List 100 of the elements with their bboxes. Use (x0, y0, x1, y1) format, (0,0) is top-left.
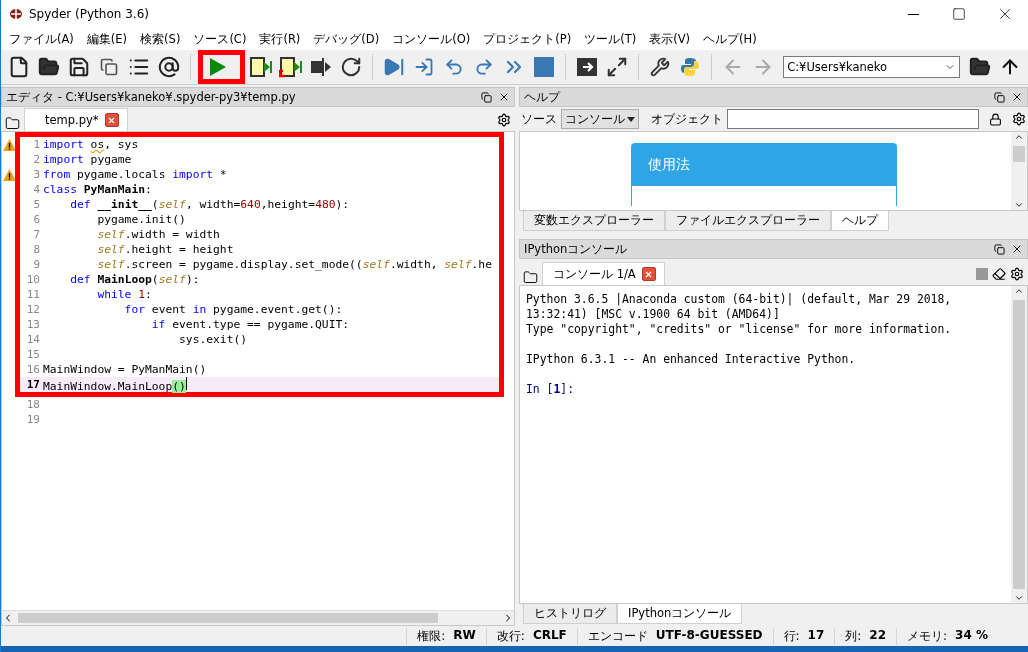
menu-item[interactable]: 編集(E) (80, 31, 135, 47)
code-text: if event.type == pygame.QUIT: (150, 318, 350, 331)
scroll-down-icon[interactable] (1014, 200, 1024, 210)
path-combobox[interactable]: C:¥Users¥kaneko (783, 56, 960, 78)
horizontal-scrollbar[interactable] (2, 610, 514, 625)
lock-icon[interactable] (989, 112, 1002, 126)
menu-item[interactable]: 検索(S) (134, 31, 188, 47)
window-title: Spyder (Python 3.6) (29, 7, 150, 21)
line-number: 13 (25, 318, 41, 331)
save-icon[interactable] (68, 56, 90, 78)
browse-folder-icon[interactable] (969, 56, 991, 78)
object-field[interactable] (727, 109, 979, 129)
status-value: 22 (869, 627, 887, 644)
pane-tab[interactable]: ヒストリログ (523, 604, 617, 624)
line-number: 14 (25, 333, 41, 346)
source-dropdown[interactable]: コンソール (561, 109, 639, 129)
undock-icon[interactable] (481, 91, 492, 103)
menu-item[interactable]: ファイル(A) (3, 31, 81, 47)
pane-tab[interactable]: IPythonコンソール (617, 604, 743, 624)
menu-item[interactable]: 実行(R) (253, 31, 308, 47)
line-number: 9 (32, 258, 41, 271)
code-text: import pygame (43, 153, 132, 166)
scroll-down-icon[interactable] (1014, 593, 1024, 603)
maximize-pane-icon[interactable] (576, 57, 599, 77)
line-number: 18 (25, 398, 41, 411)
line-number: 12 (25, 303, 41, 316)
menu-item[interactable]: デバッグ(D) (307, 31, 387, 47)
status-label: 行: (783, 627, 800, 645)
code-text: MainWindow = PyManMain() (43, 363, 207, 376)
eraser-icon[interactable] (992, 267, 1006, 281)
code-text: MainWindow.MainLoop() (43, 376, 187, 393)
console-tab[interactable]: コンソール 1/A (542, 262, 665, 285)
line-number: 4 (32, 183, 41, 196)
pane-tab[interactable]: 変数エクスプローラー (523, 211, 665, 231)
debug-icon[interactable] (383, 56, 406, 78)
menu-item[interactable]: ツール(T) (578, 31, 644, 47)
rerun-icon[interactable] (340, 56, 363, 78)
status-label: メモリ: (907, 627, 948, 645)
fullscreen-icon[interactable] (606, 56, 629, 78)
dropdown-arrow-icon (627, 116, 635, 122)
pane-title: ヘルプ (524, 89, 562, 105)
line-number: 15 (25, 348, 41, 361)
scroll-up-icon[interactable] (1014, 132, 1024, 142)
line-number: 1 (32, 138, 41, 151)
line-number: 19 (25, 413, 41, 426)
status-value: RW (453, 627, 476, 644)
menu-item[interactable]: プロジェクト(P) (477, 31, 579, 47)
status-label: 列: (845, 627, 862, 645)
pane-tab[interactable]: ヘルプ (831, 211, 889, 231)
line-number: 3 (32, 168, 41, 181)
menu-item[interactable]: 表示(V) (643, 31, 697, 47)
at-sign-icon[interactable] (158, 56, 180, 78)
wrench-icon[interactable] (650, 57, 671, 77)
code-text: self.height = height (96, 243, 234, 256)
line-number: 8 (32, 243, 41, 256)
settings-icon[interactable] (1012, 112, 1026, 126)
vertical-scrollbar[interactable] (1011, 132, 1027, 210)
close-icon[interactable] (498, 91, 510, 103)
step-icon[interactable] (414, 57, 435, 77)
menu-item[interactable]: ソース(C) (187, 31, 254, 47)
folder-icon[interactable] (5, 116, 20, 131)
run-cell-icon[interactable] (249, 56, 274, 78)
scroll-thumb[interactable] (18, 613, 438, 623)
settings-icon[interactable] (1010, 267, 1024, 281)
close-icon[interactable] (1011, 91, 1023, 103)
close-icon[interactable] (1011, 243, 1023, 255)
line-number: 17 (25, 378, 41, 391)
undock-icon[interactable] (994, 91, 1005, 103)
code-text: from pygame.locals import * (43, 168, 227, 181)
settings-icon[interactable] (497, 113, 511, 127)
warning-icon (3, 138, 16, 151)
line-number: 5 (32, 198, 41, 211)
undock-icon[interactable] (994, 243, 1005, 255)
code-text: class PyManMain: (43, 183, 152, 196)
vertical-scrollbar[interactable] (1011, 286, 1027, 603)
code-text: def MainLoop(self): (69, 273, 200, 286)
python-logo-icon[interactable] (680, 57, 701, 77)
status-label: 改行: (496, 627, 525, 645)
scroll-thumb[interactable] (1013, 300, 1025, 589)
menu-item[interactable]: ヘルプ(H) (697, 31, 764, 47)
scroll-up-icon[interactable] (1014, 286, 1024, 296)
file-tab[interactable]: temp.py* (24, 108, 128, 131)
code-text: def __init__(self, width=640,height=480): (69, 198, 350, 211)
status-value: 34 % (955, 627, 988, 644)
maximize-icon (952, 7, 966, 21)
folder-icon[interactable] (523, 270, 538, 285)
code-text: self.width = width (96, 228, 220, 241)
scroll-thumb[interactable] (1013, 146, 1025, 162)
line-number: 11 (25, 288, 41, 301)
pane-tab[interactable]: ファイルエクスプローラー (665, 211, 831, 231)
save-all-icon[interactable] (100, 58, 118, 76)
status-value: CRLF (532, 627, 567, 644)
line-number: 2 (32, 153, 41, 166)
stop-icon[interactable] (534, 57, 555, 77)
folder-icon[interactable] (38, 56, 60, 78)
step-return-icon[interactable] (474, 57, 495, 77)
new-file-icon[interactable] (8, 56, 30, 78)
run-cell-advance-icon[interactable] (279, 56, 304, 78)
menu-item[interactable]: コンソール(O) (386, 31, 478, 47)
source-label: ソース (521, 111, 557, 127)
